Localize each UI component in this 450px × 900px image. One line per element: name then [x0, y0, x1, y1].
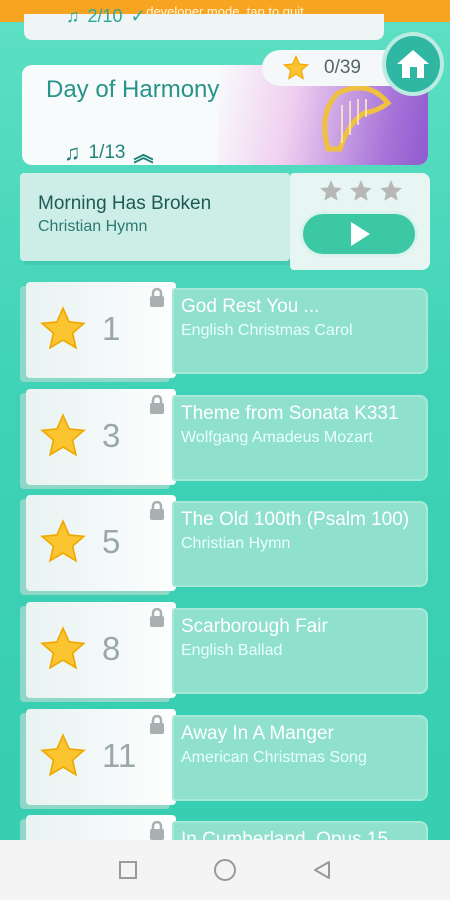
song-row[interactable]: 8 Scarborough Fair English Ballad	[20, 602, 428, 698]
song-subtitle: Christian Hymn	[181, 535, 291, 552]
lock-icon	[150, 715, 164, 734]
song-subtitle: English Ballad	[181, 642, 283, 659]
level-progress-value: 1/13	[88, 141, 126, 163]
rating-stars	[318, 178, 404, 204]
home-button[interactable]	[382, 32, 444, 96]
song-subtitle: American Christmas Song	[181, 749, 367, 766]
song-star-requirement: 8	[102, 630, 121, 667]
harp-icon: ♪♫	[322, 85, 392, 152]
now-playing-actions	[290, 173, 430, 270]
star-icon	[40, 306, 86, 350]
previous-level-card[interactable]: ♫ 2/10 ✓	[24, 6, 384, 40]
lock-icon	[150, 288, 164, 307]
lock-icon	[150, 608, 164, 627]
song-title: Scarborough Fair	[181, 616, 328, 637]
song-title: The Old 100th (Psalm 100)	[181, 509, 410, 530]
music-note-icon: ♫	[66, 6, 80, 26]
now-playing-info[interactable]: Morning Has Broken Christian Hymn	[20, 173, 290, 261]
home-icon	[397, 50, 429, 78]
star-icon	[40, 626, 86, 670]
back-icon[interactable]	[311, 859, 333, 881]
check-icon: ✓	[130, 6, 146, 26]
level-title: Day of Harmony	[46, 76, 220, 103]
song-star-requirement: 3	[102, 417, 121, 454]
star-icon	[282, 54, 310, 80]
home-nav-icon[interactable]	[212, 857, 238, 883]
song-row[interactable]: 3 Theme from Sonata K331 Wolfgang Amadeu…	[20, 389, 428, 485]
previous-level-progress: 2/10	[87, 6, 123, 26]
song-title: God Rest You ...	[181, 296, 320, 317]
song-star-requirement: 5	[102, 523, 121, 560]
star-count: 0/39	[324, 57, 361, 78]
empty-star-icon	[350, 180, 372, 201]
song-row[interactable]: 1 God Rest You ... English Christmas Car…	[20, 282, 428, 378]
song-title: Theme from Sonata K331	[181, 403, 399, 424]
song-title: Away In A Manger	[181, 723, 334, 744]
lock-icon	[150, 501, 164, 520]
song-row[interactable]: 5 The Old 100th (Psalm 100) Christian Hy…	[20, 495, 428, 591]
music-note-icon: ♫	[64, 139, 81, 165]
empty-star-icon	[320, 180, 342, 201]
song-row[interactable]: In Cumberland, Opus 15	[20, 815, 428, 840]
song-title: In Cumberland, Opus 15	[181, 829, 389, 840]
lock-icon	[150, 821, 164, 840]
star-icon	[40, 519, 86, 563]
system-navigation-bar	[0, 840, 450, 900]
now-playing-subtitle: Christian Hymn	[38, 218, 148, 235]
lock-icon	[150, 395, 164, 414]
now-playing-title: Morning Has Broken	[38, 193, 212, 214]
song-star-requirement: 1	[102, 310, 121, 347]
song-subtitle: English Christmas Carol	[181, 322, 353, 339]
now-playing-card[interactable]: Morning Has Broken Christian Hymn	[20, 173, 430, 270]
recent-apps-icon[interactable]	[117, 859, 139, 881]
play-button[interactable]	[300, 211, 418, 257]
play-icon	[351, 222, 370, 246]
empty-star-icon	[380, 180, 402, 201]
star-icon	[40, 413, 86, 457]
star-count-pill: 0/39	[262, 50, 392, 86]
level-progress: ♫ 1/13 ︽	[64, 138, 153, 167]
chevron-up-icon: ︽	[133, 144, 154, 166]
song-subtitle: Wolfgang Amadeus Mozart	[181, 429, 373, 446]
song-star-requirement: 11	[102, 737, 137, 774]
song-row[interactable]: 11 Away In A Manger American Christmas S…	[20, 709, 428, 805]
star-icon	[40, 733, 86, 777]
